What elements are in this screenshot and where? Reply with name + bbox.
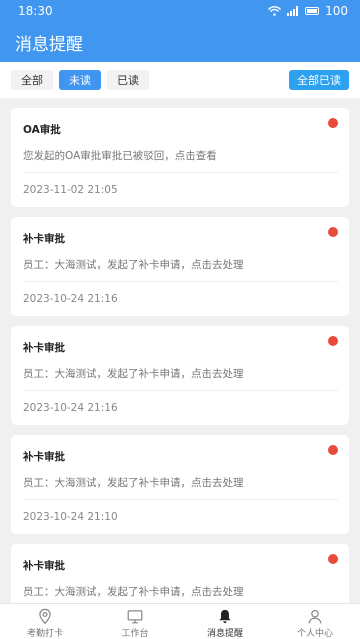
status-icons: 100 [268, 4, 348, 18]
filter-read-button[interactable]: 已读 [107, 70, 149, 90]
bottom-tab-bar: 考勤打卡 工作台 消息提醒 个人中心 [0, 603, 360, 639]
tab-label: 考勤打卡 [26, 629, 63, 639]
message-title: OA审批 [23, 124, 61, 136]
monitor-icon [127, 610, 143, 624]
message-time: 2023-10-24 21:16 [23, 293, 118, 305]
tab-profile[interactable]: 个人中心 [270, 604, 360, 639]
tab-label: 工作台 [121, 629, 149, 639]
unread-dot-icon [328, 336, 338, 346]
tab-label: 消息提醒 [206, 629, 243, 639]
status-bar: 18:30 100 [0, 0, 360, 22]
tab-attendance[interactable]: 考勤打卡 [0, 604, 90, 639]
app-header: 消息提醒 [0, 22, 360, 62]
divider [23, 172, 338, 173]
message-time: 2023-10-24 21:10 [23, 511, 118, 523]
unread-dot-icon [328, 227, 338, 237]
message-description: 员工：大海测试，发起了补卡申请，点击去处理 [23, 259, 244, 271]
unread-dot-icon [328, 445, 338, 455]
message-description: 员工：大海测试，发起了补卡申请，点击去处理 [23, 477, 244, 489]
message-description: 员工：大海测试，发起了补卡申请，点击去处理 [23, 586, 244, 598]
message-title: 补卡审批 [23, 451, 65, 463]
message-card[interactable]: 补卡审批 员工：大海测试，发起了补卡申请，点击去处理 2023-10-24 21… [11, 435, 349, 534]
message-card[interactable]: 补卡审批 员工：大海测试，发起了补卡申请，点击去处理 2023-10-24 21… [11, 217, 349, 316]
mark-all-read-button[interactable]: 全部已读 [289, 70, 349, 90]
signal-icon [287, 6, 299, 16]
divider [23, 281, 338, 282]
divider [23, 390, 338, 391]
user-icon [308, 609, 322, 624]
tab-label: 个人中心 [296, 629, 333, 639]
bell-icon [219, 609, 231, 624]
message-list: OA审批 您发起的OA审批审批已被驳回，点击查看 2023-11-02 21:0… [0, 98, 360, 603]
message-card[interactable]: 补卡审批 员工：大海测试，发起了补卡申请，点击去处理 2023-10-24 21… [11, 326, 349, 425]
wifi-icon [268, 6, 282, 16]
message-title: 补卡审批 [23, 233, 65, 245]
message-card[interactable]: OA审批 您发起的OA审批审批已被驳回，点击查看 2023-11-02 21:0… [11, 108, 349, 207]
status-time: 18:30 [18, 4, 53, 18]
unread-dot-icon [328, 118, 338, 128]
battery-icon [305, 7, 320, 15]
message-description: 您发起的OA审批审批已被驳回，点击查看 [23, 150, 217, 162]
battery-level: 100 [325, 4, 348, 18]
filter-all-button[interactable]: 全部 [11, 70, 53, 90]
message-title: 补卡审批 [23, 342, 65, 354]
message-time: 2023-10-24 21:16 [23, 402, 118, 414]
message-time: 2023-11-02 21:05 [23, 184, 118, 196]
location-pin-icon [39, 608, 51, 625]
message-card[interactable]: 补卡审批 员工：大海测试，发起了补卡申请，点击去处理 [11, 544, 349, 603]
filter-bar: 全部 未读 已读 全部已读 [0, 62, 360, 98]
tab-workbench[interactable]: 工作台 [90, 604, 180, 639]
message-title: 补卡审批 [23, 560, 65, 572]
divider [23, 499, 338, 500]
page-title: 消息提醒 [15, 34, 83, 55]
unread-dot-icon [328, 554, 338, 564]
message-description: 员工：大海测试，发起了补卡申请，点击去处理 [23, 368, 244, 380]
filter-unread-button[interactable]: 未读 [59, 70, 101, 90]
tab-messages[interactable]: 消息提醒 [180, 604, 270, 639]
